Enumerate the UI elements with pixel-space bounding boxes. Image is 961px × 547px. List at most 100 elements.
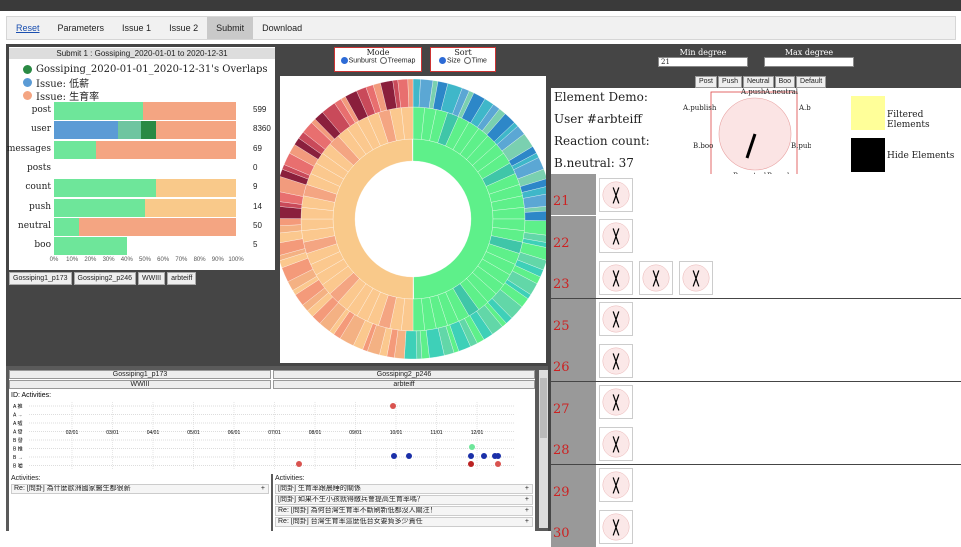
board-tag[interactable]: Gossiping1_p173 bbox=[9, 272, 72, 285]
mode-treemap-radio[interactable]: Treemap bbox=[379, 57, 415, 64]
bar-segment bbox=[54, 102, 144, 120]
degree-btn-boo[interactable]: Boo bbox=[774, 76, 796, 88]
activity-dot[interactable] bbox=[296, 461, 302, 467]
activity-dot[interactable] bbox=[481, 453, 487, 459]
element-glyph-icon[interactable] bbox=[599, 219, 633, 253]
activity-dot[interactable] bbox=[406, 453, 412, 459]
bar-row-boo[interactable]: boo 5 bbox=[9, 237, 275, 256]
activities-scrollbar[interactable] bbox=[539, 370, 548, 528]
x-tick: 10% bbox=[66, 257, 79, 263]
degree-btn-push[interactable]: Push bbox=[718, 76, 742, 88]
activity-title: Re: [問卦] 為何台灣生育率不斷刷新低都沒人關注！ bbox=[278, 507, 437, 514]
activity-title: [問卦] 生育率跟晨睡的關係 bbox=[278, 485, 361, 492]
bar-track bbox=[54, 160, 236, 178]
sort-time-radio[interactable]: Time bbox=[463, 57, 487, 64]
activity-head-cell[interactable]: arbteiff bbox=[273, 380, 535, 389]
degree-btn-default[interactable]: Default bbox=[796, 76, 827, 88]
activity-item[interactable]: [問卦] 生育率跟晨睡的關係 + bbox=[275, 484, 533, 494]
activity-dot[interactable] bbox=[495, 461, 501, 467]
x-tick: 90% bbox=[211, 257, 224, 263]
activity-dot[interactable] bbox=[468, 453, 474, 459]
sort-title: Sort bbox=[454, 48, 472, 57]
bar-label: boo bbox=[34, 240, 51, 251]
bar-segment bbox=[141, 121, 156, 140]
element-glyph-icon[interactable] bbox=[599, 468, 633, 502]
bar-row-messages[interactable]: messages 69 bbox=[7, 140, 275, 159]
activity-dot[interactable] bbox=[391, 453, 397, 459]
expand-icon[interactable]: + bbox=[261, 485, 265, 493]
bar-track bbox=[54, 140, 236, 159]
expand-icon[interactable]: + bbox=[525, 507, 529, 515]
demo-title: Element Demo: bbox=[554, 90, 648, 104]
outer-arc[interactable] bbox=[404, 330, 418, 360]
expand-icon[interactable]: + bbox=[525, 496, 529, 504]
hide-swatch bbox=[851, 138, 885, 172]
expand-icon[interactable]: + bbox=[525, 518, 529, 526]
element-glyph-icon[interactable] bbox=[599, 509, 633, 544]
tab-submit[interactable]: Submit bbox=[207, 17, 254, 39]
element-glyph-icon[interactable] bbox=[599, 260, 633, 295]
sunburst-chart[interactable] bbox=[280, 76, 546, 363]
bar-segment bbox=[95, 140, 236, 159]
element-glyph-icon[interactable] bbox=[599, 385, 633, 419]
x-tick: 60% bbox=[157, 257, 170, 263]
activity-item[interactable]: Re: [問卦] 為什麼歐洲國家醫生都很薪 + bbox=[11, 484, 269, 494]
element-glyph-icon[interactable] bbox=[679, 260, 713, 295]
outer-arc[interactable] bbox=[280, 218, 302, 226]
bar-row-push[interactable]: push 14 bbox=[9, 198, 275, 217]
board-tags: Gossiping1_p173 Gossiping2_p246 WWIII arbte… bbox=[9, 272, 197, 285]
activity-head-cell[interactable]: Gossiping2_p246 bbox=[273, 370, 535, 379]
degree-btn-post[interactable]: Post bbox=[695, 76, 718, 88]
mode-title: Mode bbox=[366, 48, 390, 57]
activity-dot[interactable] bbox=[469, 444, 475, 450]
degree-row: 26 bbox=[551, 340, 961, 381]
bar-value: 9 bbox=[253, 182, 258, 192]
element-glyph-icon[interactable] bbox=[599, 426, 633, 461]
x-tick: 0% bbox=[49, 257, 59, 263]
bar-row-post[interactable]: post 599 bbox=[9, 102, 275, 120]
mode-sunburst-radio[interactable]: Sunburst bbox=[340, 57, 377, 64]
legend-dot-icon bbox=[23, 78, 32, 87]
reaction-value: B.neutral: 37 bbox=[554, 156, 634, 170]
outer-arc[interactable] bbox=[524, 211, 546, 221]
expand-icon[interactable]: + bbox=[525, 485, 529, 493]
tab-reset[interactable]: Reset bbox=[7, 17, 49, 39]
tab-issue-1[interactable]: Issue 1 bbox=[113, 17, 160, 39]
max-degree-input[interactable] bbox=[764, 57, 854, 67]
activity-header: Gossiping1_p173 Gossiping2_p246 WWIII arbte… bbox=[9, 370, 535, 390]
sort-size-radio[interactable]: Size bbox=[439, 57, 461, 64]
degree-btn-neutral[interactable]: Neutral bbox=[742, 76, 774, 88]
activity-item[interactable]: [問卦] 如果不生小孩就得繳兵會提高生育率嗎？ + bbox=[275, 495, 533, 505]
outer-arc[interactable] bbox=[407, 78, 414, 108]
board-tag[interactable]: Gossiping2_p246 bbox=[73, 272, 136, 285]
bar-value: 50 bbox=[253, 220, 262, 230]
element-glyph-icon[interactable] bbox=[599, 343, 633, 378]
activity-dot[interactable] bbox=[495, 453, 501, 459]
activity-head-cell[interactable]: Gossiping1_p173 bbox=[9, 370, 271, 379]
bar-track bbox=[54, 179, 236, 198]
activity-head-cell[interactable]: WWIII bbox=[9, 380, 271, 389]
row-label: B 推 bbox=[13, 446, 23, 453]
min-degree-input[interactable]: 21 bbox=[658, 57, 748, 67]
activity-dot[interactable] bbox=[468, 461, 474, 467]
activity-dot[interactable] bbox=[390, 403, 396, 409]
board-tag[interactable]: arbteiff bbox=[167, 272, 197, 285]
activity-item[interactable]: Re: [問卦] 為何台灣生育率不斷刷新低都沒人關注！ + bbox=[275, 506, 533, 516]
sort-control: Sort Size Time bbox=[430, 47, 496, 72]
tab-parameters[interactable]: Parameters bbox=[49, 17, 114, 39]
element-glyph-icon[interactable] bbox=[639, 260, 673, 295]
bar-row-user[interactable]: user 8360 bbox=[9, 121, 275, 140]
board-tag[interactable]: WWIII bbox=[138, 272, 166, 285]
bar-row-posts[interactable]: posts 0 bbox=[9, 160, 275, 178]
element-glyph-icon[interactable] bbox=[599, 177, 633, 212]
tab-issue-2[interactable]: Issue 2 bbox=[160, 17, 207, 39]
bar-row-neutral[interactable]: neutral 50 bbox=[9, 217, 275, 236]
degree-number: 25 bbox=[551, 298, 596, 340]
min-degree-label: Min degree bbox=[679, 48, 727, 57]
hide-label: Hide Elements bbox=[887, 151, 955, 161]
bar-segment bbox=[54, 140, 96, 159]
element-glyph-icon[interactable] bbox=[599, 302, 633, 336]
bar-row-count[interactable]: count 9 bbox=[9, 179, 275, 198]
activity-item[interactable]: Re: [問卦] 台灣生育率這麼低台女要負多少責任 + bbox=[275, 517, 533, 527]
tab-download[interactable]: Download bbox=[253, 17, 311, 39]
